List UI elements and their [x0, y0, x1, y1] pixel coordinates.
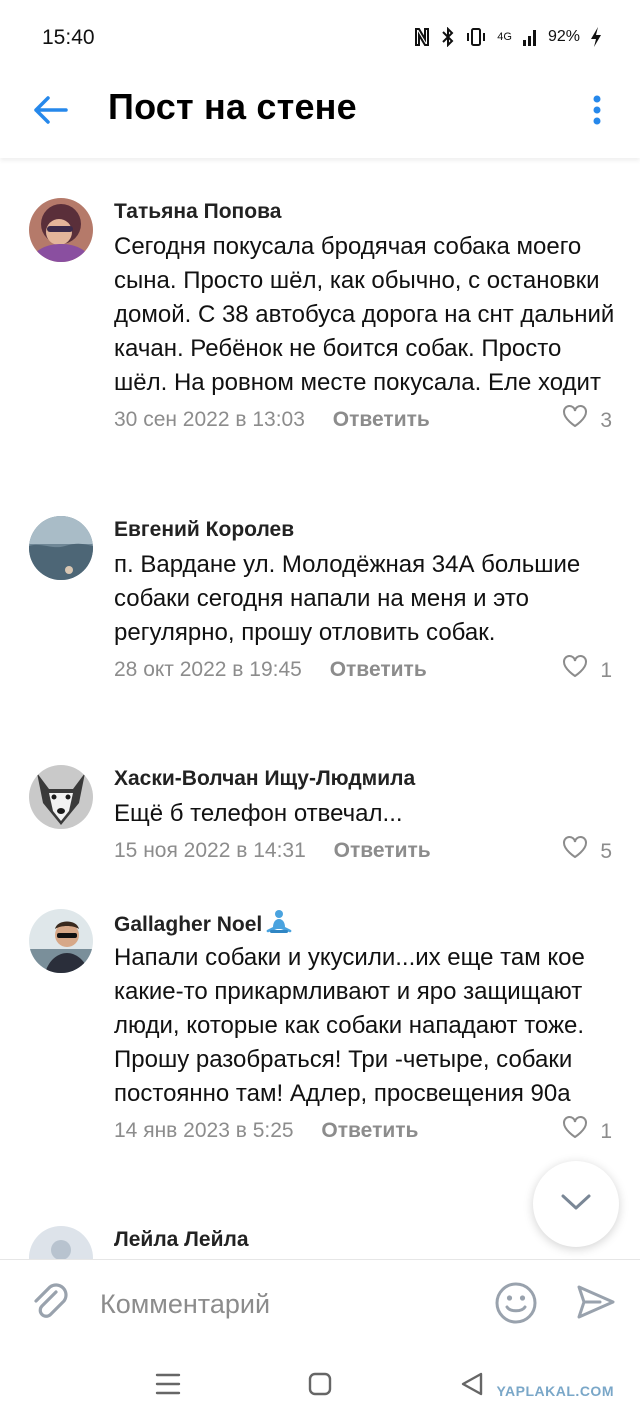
menu-lines-icon: [155, 1372, 181, 1401]
comment-author[interactable]: Хаски-Волчан Ищу-Людмила: [114, 765, 616, 795]
avatar[interactable]: [29, 765, 93, 829]
page-title: Пост на стене: [108, 86, 357, 127]
back-button[interactable]: [28, 90, 72, 134]
comment-date: 15 ноя 2022 в 14:31: [114, 839, 306, 862]
comment-composer: [0, 1259, 640, 1349]
comment-date: 14 янв 2023 в 5:25: [114, 1119, 294, 1142]
battery-charging-icon: [590, 26, 602, 48]
comment-text: п. Вардане ул. Молодёжная 34А большие со…: [114, 551, 581, 646]
heart-icon: [562, 835, 588, 869]
like-count: 1: [600, 659, 612, 682]
recent-apps-button[interactable]: [150, 1371, 186, 1401]
reply-button[interactable]: Ответить: [321, 1119, 418, 1142]
app-header: Пост на стене: [0, 78, 640, 158]
like-button[interactable]: 1: [562, 1115, 612, 1149]
status-time: 15:40: [42, 26, 95, 49]
like-button[interactable]: 3: [562, 404, 612, 438]
comment-date: 28 окт 2022 в 19:45: [114, 658, 302, 681]
paperclip-icon: [32, 1282, 68, 1327]
heart-icon: [562, 654, 588, 688]
status-icons: 4G 92%: [413, 26, 602, 48]
system-nav-bar: YAPLAKAL.COM: [0, 1349, 640, 1423]
home-button[interactable]: [302, 1371, 338, 1401]
like-count: 5: [600, 840, 612, 863]
back-nav-button[interactable]: [454, 1371, 490, 1401]
comment-author-row: Gallagher Noel: [114, 909, 616, 939]
comment-author[interactable]: Gallagher Noel: [114, 913, 262, 936]
chevron-down-icon: [560, 1193, 592, 1216]
comment-author[interactable]: Татьяна Попова: [114, 198, 616, 228]
comment-text: Сегодня покусала бродячая собака моего с…: [114, 233, 615, 396]
comment-text: Напали собаки и укусили...их еще там кое…: [114, 944, 585, 1107]
scroll-down-button[interactable]: [533, 1161, 619, 1247]
attach-button[interactable]: [28, 1282, 72, 1326]
reply-button[interactable]: Ответить: [330, 658, 427, 681]
more-vertical-icon: [592, 94, 602, 131]
like-count: 1: [600, 1120, 612, 1143]
smiley-icon: [494, 1281, 538, 1330]
status-bar: 15:40 4G 92%: [0, 0, 640, 78]
like-button[interactable]: 1: [562, 654, 612, 688]
send-button[interactable]: [574, 1282, 618, 1326]
emoji-button[interactable]: [493, 1282, 539, 1328]
network-label: 4G: [497, 31, 512, 43]
like-button[interactable]: 5: [562, 835, 612, 869]
reply-button[interactable]: Ответить: [333, 408, 430, 431]
avatar[interactable]: [29, 516, 93, 580]
heart-icon: [562, 404, 588, 438]
meditation-emoji-icon: [264, 909, 294, 943]
like-count: 3: [600, 409, 612, 432]
comment-author[interactable]: Евгений Королев: [114, 516, 616, 546]
back-triangle-icon: [459, 1371, 485, 1402]
reply-button[interactable]: Ответить: [334, 839, 431, 862]
avatar[interactable]: [29, 198, 93, 262]
more-menu-button[interactable]: [582, 90, 612, 134]
avatar[interactable]: [29, 909, 93, 973]
home-square-icon: [308, 1372, 332, 1401]
watermark: YAPLAKAL.COM: [496, 1383, 614, 1399]
comment-date: 30 сен 2022 в 13:03: [114, 408, 305, 431]
arrow-left-icon: [32, 95, 68, 130]
comment-text: Ещё б телефон отвечал...: [114, 800, 403, 827]
send-icon: [576, 1284, 616, 1325]
signal-icon: [522, 28, 538, 46]
bluetooth-icon: [441, 27, 455, 47]
comment-input[interactable]: [100, 1278, 470, 1330]
comment-author[interactable]: Лейла Лейла: [114, 1226, 616, 1256]
vibrate-icon: [465, 27, 487, 47]
nfc-icon: [413, 27, 431, 47]
battery-level: 92%: [547, 28, 580, 45]
heart-icon: [562, 1115, 588, 1149]
